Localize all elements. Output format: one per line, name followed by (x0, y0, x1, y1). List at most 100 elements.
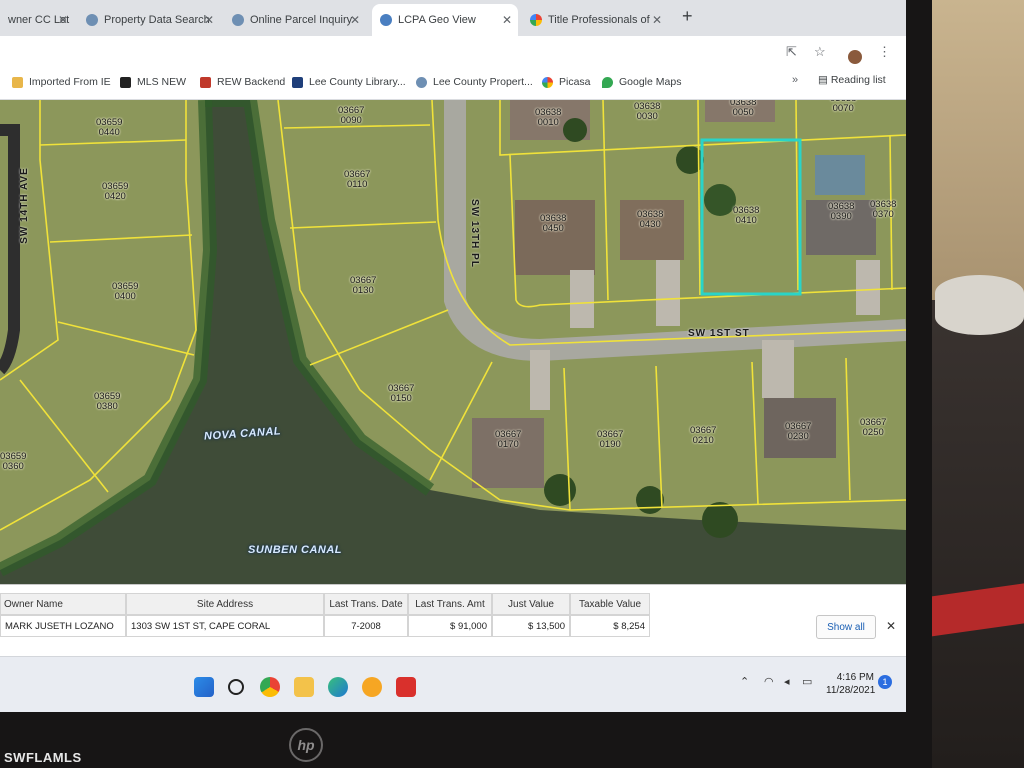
file-explorer-icon[interactable] (294, 677, 314, 697)
parcel-label[interactable]: 03638 0450 (540, 214, 566, 234)
parcel-lot: 0130 (352, 285, 374, 296)
bookmark-label: Picasa (559, 76, 591, 88)
cell-last-trans-amt[interactable]: $ 91,000 (408, 615, 492, 637)
parcel-map[interactable]: SW 14TH AVE SW 13TH PL SW 1ST ST NOVA CA… (0, 100, 906, 584)
parcel-label[interactable]: 03667 0190 (597, 430, 623, 450)
parcel-lot: 0150 (390, 393, 412, 404)
acrobat-icon[interactable] (396, 677, 416, 697)
close-icon[interactable]: ✕ (58, 13, 68, 27)
parcel-lot: 0190 (599, 439, 621, 450)
parcel-label[interactable]: 03638 0390 (828, 202, 854, 222)
parcel-label[interactable]: 03667 0110 (344, 170, 370, 190)
parcel-label[interactable]: 03659 0400 (112, 282, 138, 302)
parcel-label[interactable]: 03667 0170 (495, 430, 521, 450)
speaker-icon[interactable]: ◂ (784, 675, 790, 688)
cell-owner-name[interactable]: MARK JUSETH LOZANO (0, 615, 126, 637)
globe-icon (416, 76, 427, 88)
parcel-label[interactable]: 03659 0440 (96, 118, 122, 138)
reading-list-button[interactable]: ▤ Reading list (818, 74, 886, 86)
parcel-label[interactable]: 03667 0090 (338, 106, 364, 126)
close-icon[interactable]: ✕ (652, 13, 662, 27)
menu-icon[interactable]: ⋮ (878, 44, 891, 60)
profile-avatar[interactable] (848, 50, 862, 64)
wifi-icon[interactable]: ◠ (764, 675, 774, 688)
header-last-trans-amt[interactable]: Last Trans. Amt (408, 593, 492, 615)
tab-owner-cc-lot[interactable]: wner CC Lot ✕ (0, 4, 74, 36)
header-site-address[interactable]: Site Address (126, 593, 324, 615)
street-label-sw-13th-pl: SW 13TH PL (468, 199, 480, 268)
close-icon[interactable]: ✕ (350, 13, 360, 27)
header-last-trans-date[interactable]: Last Trans. Date (324, 593, 408, 615)
parcel-label[interactable]: 03667 0210 (690, 426, 716, 446)
header-owner-name[interactable]: Owner Name (0, 593, 126, 615)
weather-icon[interactable] (362, 677, 382, 697)
parcel-label[interactable]: 036380070 (830, 100, 856, 114)
hp-logo: hp (289, 728, 323, 762)
tab-title-professionals[interactable]: Title Professionals of ✕ (522, 4, 668, 36)
tab-label: Online Parcel Inquiry (250, 14, 353, 26)
bookmark-google-maps[interactable]: Google Maps (602, 76, 681, 88)
cell-just-value[interactable]: $ 13,500 (492, 615, 570, 637)
search-icon[interactable] (228, 679, 244, 695)
parcel-lot: 0010 (537, 117, 559, 128)
new-tab-button[interactable]: + (682, 6, 693, 27)
parcel-lot: 0230 (787, 431, 809, 442)
show-all-button[interactable]: Show all (816, 615, 876, 639)
monitor-screen: wner CC Lot ✕ Property Data Search ✕ Onl… (0, 0, 906, 712)
google-icon (530, 14, 542, 26)
parcel-label[interactable]: 03638 0430 (637, 210, 663, 230)
parcel-lot: 0380 (96, 401, 118, 412)
header-just-value[interactable]: Just Value (492, 593, 570, 615)
parcel-label[interactable]: 03638 0030 (634, 102, 660, 122)
close-icon[interactable]: ✕ (502, 13, 512, 27)
bookmark-lee-county-library[interactable]: Lee County Library... (292, 76, 406, 88)
monitor-bezel: hp wner CC Lot ✕ Property Data Search ✕ … (0, 0, 932, 768)
bookmark-label: Google Maps (619, 76, 682, 88)
parcel-label[interactable]: 03667 0230 (785, 422, 811, 442)
parcel-label[interactable]: 03638 0010 (535, 108, 561, 128)
parcel-label[interactable]: 03667 0130 (350, 276, 376, 296)
bookmark-label: Lee County Propert... (433, 76, 533, 88)
chrome-icon[interactable] (260, 677, 280, 697)
chevron-up-icon[interactable]: ⌃ (740, 675, 749, 688)
star-icon[interactable]: ☆ (814, 44, 826, 60)
bookmarks-overflow-button[interactable]: » (792, 74, 798, 86)
bookmark-lee-county-property[interactable]: Lee County Propert... (416, 76, 533, 88)
cell-taxable-value[interactable]: $ 8,254 (570, 615, 650, 637)
parcel-label[interactable]: 03659 0380 (94, 392, 120, 412)
parcel-label[interactable]: 03659 0360 (0, 452, 26, 472)
windows-start-icon[interactable] (194, 677, 214, 697)
bookmark-label: REW Backend (217, 76, 286, 88)
edge-icon[interactable] (328, 677, 348, 697)
bookmark-rew-backend[interactable]: REW Backend (200, 76, 285, 88)
bookmark-imported-from-ie[interactable]: Imported From IE (12, 76, 111, 88)
background-wall (930, 0, 1024, 300)
home-icon (200, 76, 211, 88)
parcel-label[interactable]: 03638 0370 (870, 200, 896, 220)
share-icon[interactable]: ⇱ (786, 44, 797, 60)
parcel-label[interactable]: 03667 0150 (388, 384, 414, 404)
bookmark-picasa[interactable]: Picasa (542, 76, 591, 88)
clock-time: 4:16 PM (836, 672, 874, 683)
tab-property-data-search[interactable]: Property Data Search ✕ (78, 4, 220, 36)
bookmark-label: Imported From IE (29, 76, 111, 88)
parcel-label[interactable]: 03638 0050 (730, 100, 756, 118)
notification-badge[interactable]: 1 (878, 675, 892, 689)
cell-site-address[interactable]: 1303 SW 1ST ST, CAPE CORAL (126, 615, 324, 637)
battery-icon[interactable]: ▭ (802, 675, 812, 688)
parcel-lot: 0400 (114, 291, 136, 302)
clock[interactable]: 4:16 PM 11/28/2021 (826, 671, 875, 697)
close-icon[interactable]: ✕ (886, 619, 896, 633)
parcel-label[interactable]: 03667 0250 (860, 418, 886, 438)
header-taxable-value[interactable]: Taxable Value (570, 593, 650, 615)
tab-online-parcel-inquiry[interactable]: Online Parcel Inquiry ✕ (224, 4, 366, 36)
reading-list-label: Reading list (830, 74, 886, 86)
selected-parcel-label[interactable]: 03638 0410 (733, 206, 759, 226)
globe-icon (232, 14, 244, 26)
bookmark-mls-new[interactable]: MLS NEW (120, 76, 186, 88)
tab-lcpa-geo-view[interactable]: LCPA Geo View ✕ (372, 4, 518, 36)
cell-last-trans-date[interactable]: 7-2008 (324, 615, 408, 637)
close-icon[interactable]: ✕ (204, 13, 214, 27)
canal-label-sunben: SUNBEN CANAL (248, 544, 342, 556)
parcel-label[interactable]: 03659 0420 (102, 182, 128, 202)
